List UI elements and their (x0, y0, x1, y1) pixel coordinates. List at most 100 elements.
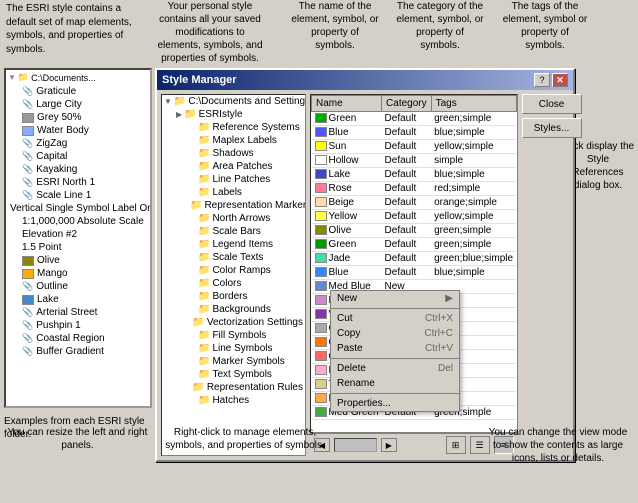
tree-item[interactable]: ▼📁C:\Documents and Settings\ (162, 95, 305, 108)
styles-button[interactable]: Styles... (522, 118, 582, 138)
table-row[interactable]: BeigeDefaultorange;simple (312, 196, 517, 210)
menu-item[interactable]: Properties... (331, 396, 459, 411)
tree-item[interactable]: ▶📁ESRIstyle (162, 108, 305, 121)
table-row[interactable]: RoseDefaultred;simple (312, 182, 517, 196)
col-tags[interactable]: Tags (431, 96, 516, 112)
menu-item[interactable]: DeleteDel (331, 361, 459, 376)
menu-item[interactable]: Rename (331, 376, 459, 391)
cell-name: Blue (312, 126, 382, 140)
menu-item-label: Cut (337, 313, 353, 324)
tree-item[interactable]: 📁Legend Items (162, 238, 305, 251)
tree-item[interactable]: 📁Colors (162, 277, 305, 290)
tree-item[interactable]: 📁Scale Bars (162, 225, 305, 238)
menu-item[interactable]: CutCtrl+X (331, 311, 459, 326)
tree-item[interactable]: 📁Marker Symbols (162, 355, 305, 368)
cell-tags: red;simple (431, 182, 516, 196)
cell-tags: green;simple (431, 238, 516, 252)
cell-tags: yellow;simple (431, 140, 516, 154)
table-row[interactable]: SunDefaultyellow;simple (312, 140, 517, 154)
sidebar-tree-item[interactable]: 📎Kayaking (6, 163, 150, 176)
sidebar-tree-item[interactable]: 📎Coastal Region (6, 332, 150, 345)
color-swatch (315, 197, 327, 207)
tree-item[interactable]: 📁North Arrows (162, 212, 305, 225)
color-swatch (315, 183, 327, 193)
tree-item[interactable]: 📁Scale Texts (162, 251, 305, 264)
callout-category: The category of the element, symbol, or … (395, 0, 485, 52)
sidebar-tree-item[interactable]: Elevation #2 (6, 228, 150, 241)
side-buttons: Close Styles... (522, 94, 582, 456)
tree-item[interactable]: 📁Text Symbols (162, 368, 305, 381)
color-swatch (315, 211, 327, 221)
tree-item[interactable]: 📁Vectorization Settings (162, 316, 305, 329)
table-row[interactable]: OliveDefaultgreen;simple (312, 224, 517, 238)
color-swatch (315, 155, 327, 165)
tree-item[interactable]: 📁Representation Rules (162, 381, 305, 394)
color-swatch (315, 281, 327, 291)
sidebar-tree-item[interactable]: Mango (6, 267, 150, 280)
sidebar-tree-item[interactable]: 📎Buffer Gradient (6, 345, 150, 358)
tree-item[interactable]: 📁Line Symbols (162, 342, 305, 355)
sidebar-tree-item[interactable]: 📎Large City (6, 98, 150, 111)
tree-root-item[interactable]: ▼ 📁 C:\Documents... (6, 70, 150, 85)
table-row[interactable]: GreenDefaultgreen;simple (312, 112, 517, 126)
tree-item[interactable]: 📁Borders (162, 290, 305, 303)
sidebar-tree-item[interactable]: Lake (6, 293, 150, 306)
color-swatch (315, 365, 327, 375)
cell-tags: orange;simple (431, 196, 516, 210)
col-category[interactable]: Category (382, 96, 432, 112)
sidebar-tree-item[interactable]: Water Body (6, 124, 150, 137)
sidebar-tree-item[interactable]: 📎Arterial Street (6, 306, 150, 319)
table-row[interactable]: JadeDefaultgreen;blue;simple (312, 252, 517, 266)
cell-tags: blue;simple (431, 168, 516, 182)
table-row[interactable]: LakeDefaultblue;simple (312, 168, 517, 182)
cell-name: Blue (312, 266, 382, 280)
table-row[interactable]: BlueDefaultblue;simple (312, 266, 517, 280)
sidebar-tree-item[interactable]: 📎ESRI North 1 (6, 176, 150, 189)
sidebar-tree-item[interactable]: Grey 50% (6, 111, 150, 124)
sidebar-tree-item[interactable]: 📎Scale Line 1 (6, 189, 150, 202)
col-name[interactable]: Name (312, 96, 382, 112)
sidebar-tree-item[interactable]: 📎Pushpin 1 (6, 319, 150, 332)
tree-item[interactable]: 📁Line Patches (162, 173, 305, 186)
menu-item[interactable]: New▶ (331, 291, 459, 306)
sidebar-tree-item[interactable]: 📎Capital (6, 150, 150, 163)
table-row[interactable]: BlueDefaultblue;simple (312, 126, 517, 140)
sidebar-tree-item[interactable]: 1:1,000,000 Absolute Scale (6, 215, 150, 228)
menu-separator (331, 393, 459, 394)
sidebar-tree-item[interactable]: 📎Outline (6, 280, 150, 293)
tree-item[interactable]: 📁Fill Symbols (162, 329, 305, 342)
context-menu: New▶ CutCtrl+XCopyCtrl+CPasteCtrl+V Delete… (330, 290, 460, 412)
tree-item[interactable]: 📁Representation Markers (162, 199, 305, 212)
cell-name: Lake (312, 168, 382, 182)
menu-item[interactable]: PasteCtrl+V (331, 341, 459, 356)
sidebar-tree-item[interactable]: 📎ZigZag (6, 137, 150, 150)
tree-item[interactable]: 📁Reference Systems (162, 121, 305, 134)
table-row[interactable]: GreenDefaultgreen;simple (312, 238, 517, 252)
color-swatch (315, 323, 327, 333)
tree-item[interactable]: 📁Shadows (162, 147, 305, 160)
color-swatch (315, 141, 327, 151)
cell-category: Default (382, 210, 432, 224)
cell-category: Default (382, 224, 432, 238)
sidebar-tree-item[interactable]: Vertical Single Symbol Label Only (6, 202, 150, 215)
tree-panel[interactable]: ▼📁C:\Documents and Settings\▶📁ESRIstyle📁… (161, 94, 306, 456)
dialog-titlebar: Style Manager ? ✕ (157, 70, 573, 90)
sidebar-tree-item[interactable]: Olive (6, 254, 150, 267)
menu-item[interactable]: CopyCtrl+C (331, 326, 459, 341)
help-button[interactable]: ? (534, 73, 550, 87)
menu-item-label: Properties... (337, 398, 391, 409)
cell-category: Default (382, 112, 432, 126)
menu-item-label: New (337, 293, 357, 304)
tree-item[interactable]: 📁Labels (162, 186, 305, 199)
tree-item[interactable]: 📁Maplex Labels (162, 134, 305, 147)
table-row[interactable]: HollowDefaultsimple (312, 154, 517, 168)
tree-item[interactable]: 📁Area Patches (162, 160, 305, 173)
sidebar-tree-item[interactable]: 1.5 Point (6, 241, 150, 254)
table-row[interactable]: YellowDefaultyellow;simple (312, 210, 517, 224)
tree-item[interactable]: 📁Hatches (162, 394, 305, 407)
sidebar-tree-item[interactable]: 📎Graticule (6, 85, 150, 98)
tree-item[interactable]: 📁Backgrounds (162, 303, 305, 316)
close-button[interactable]: Close (522, 94, 582, 114)
dialog-close-button[interactable]: ✕ (552, 73, 568, 87)
tree-item[interactable]: 📁Color Ramps (162, 264, 305, 277)
